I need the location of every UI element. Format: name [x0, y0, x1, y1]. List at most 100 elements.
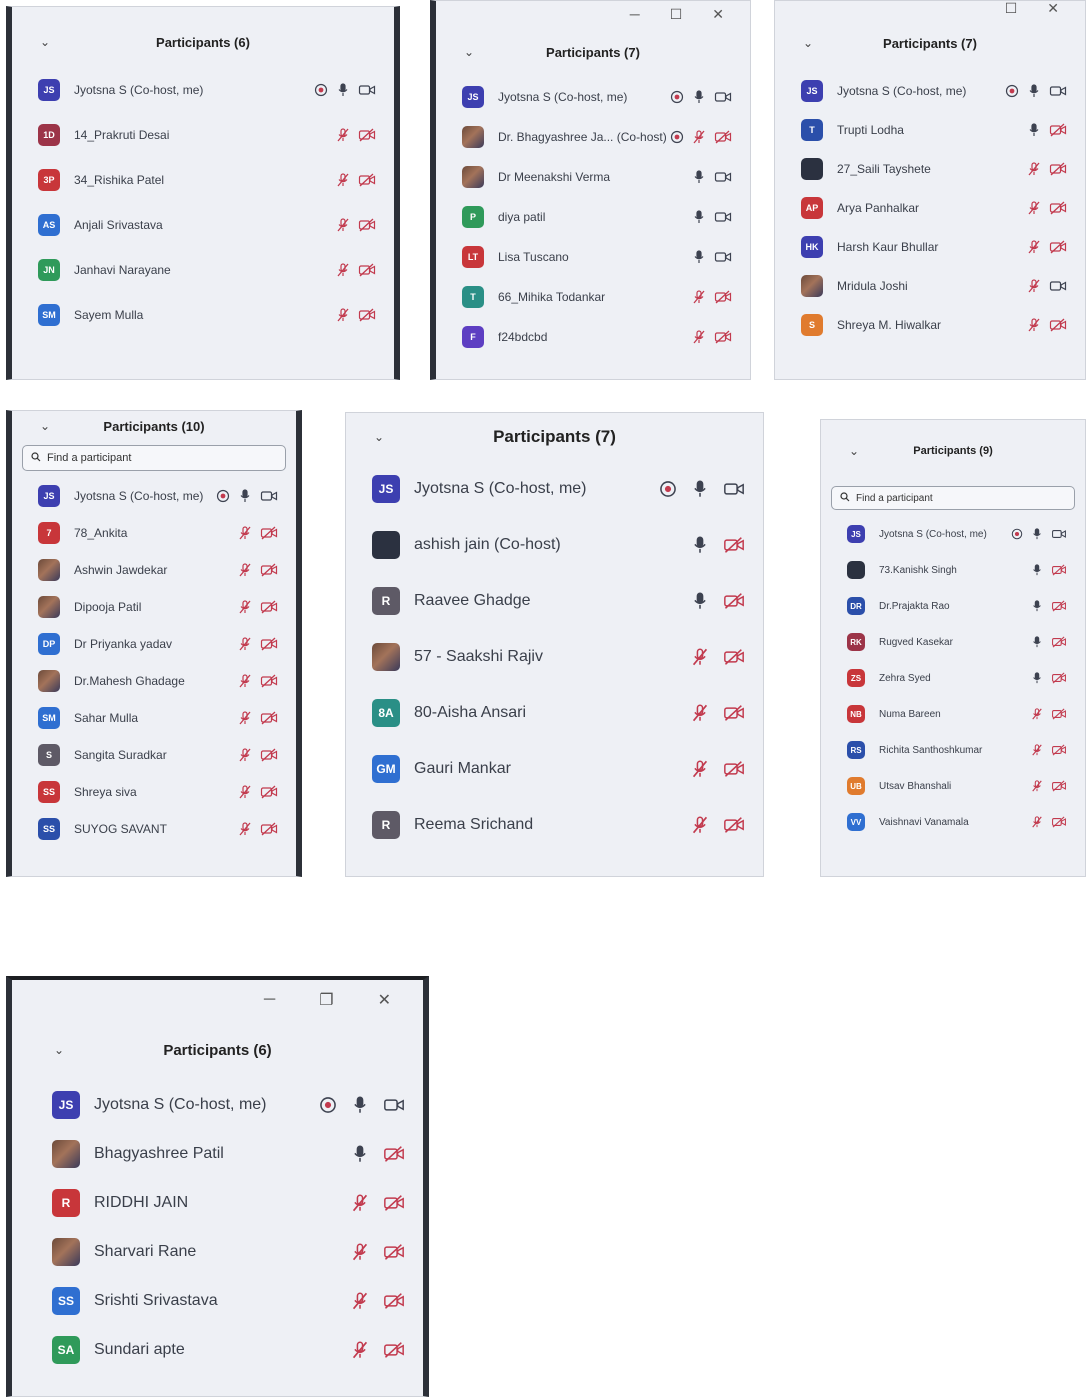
mic-muted-icon[interactable]	[351, 1341, 369, 1359]
video-off-icon[interactable]	[1049, 201, 1067, 215]
video-icon[interactable]	[1049, 84, 1067, 98]
mic-muted-icon[interactable]	[1027, 161, 1041, 176]
mic-icon[interactable]	[691, 536, 709, 554]
mic-muted-icon[interactable]	[1031, 744, 1043, 756]
mic-muted-icon[interactable]	[336, 307, 350, 322]
video-off-icon[interactable]	[1051, 636, 1067, 648]
participant-row[interactable]: JS Jyotsna S (Co-host, me)	[26, 1080, 423, 1129]
participant-row[interactable]: JS Jyotsna S (Co-host, me)	[436, 77, 750, 117]
video-off-icon[interactable]	[260, 674, 278, 688]
participant-row[interactable]: RS Richita Santhoshkumar	[821, 732, 1085, 768]
mic-icon[interactable]	[692, 90, 706, 104]
mic-muted-icon[interactable]	[692, 290, 706, 304]
video-off-icon[interactable]	[723, 704, 745, 722]
participant-row[interactable]: T Trupti Lodha	[775, 110, 1085, 149]
participant-row[interactable]: SS Shreya siva	[12, 773, 296, 810]
mic-muted-icon[interactable]	[691, 648, 709, 666]
chevron-down-icon[interactable]: ⌄	[849, 444, 859, 458]
mic-icon[interactable]	[1031, 528, 1043, 540]
video-off-icon[interactable]	[383, 1341, 405, 1359]
chevron-down-icon[interactable]: ⌄	[464, 45, 474, 59]
chevron-down-icon[interactable]: ⌄	[54, 1043, 64, 1057]
participant-row[interactable]: LT Lisa Tuscano	[436, 237, 750, 277]
participant-row[interactable]: R Raavee Ghadge	[346, 573, 763, 629]
participant-row[interactable]: Dr.Mahesh Ghadage	[12, 662, 296, 699]
video-icon[interactable]	[714, 170, 732, 184]
chevron-down-icon[interactable]: ⌄	[40, 419, 50, 433]
video-off-icon[interactable]	[714, 130, 732, 144]
mic-muted-icon[interactable]	[238, 821, 252, 836]
video-off-icon[interactable]	[723, 592, 745, 610]
mic-muted-icon[interactable]	[1027, 278, 1041, 293]
participant-row[interactable]: SM Sahar Mulla	[12, 699, 296, 736]
video-icon[interactable]	[714, 90, 732, 104]
participant-row[interactable]: JS Jyotsna S (Co-host, me)	[346, 461, 763, 517]
video-off-icon[interactable]	[260, 822, 278, 836]
close-icon[interactable]: ✕	[378, 990, 391, 1010]
participant-row[interactable]: 1D 14_Prakruti Desai	[12, 112, 394, 157]
mic-icon[interactable]	[691, 592, 709, 610]
video-off-icon[interactable]	[1049, 123, 1067, 137]
mic-muted-icon[interactable]	[351, 1194, 369, 1212]
participant-row[interactable]: DP Dr Priyanka yadav	[12, 625, 296, 662]
mic-icon[interactable]	[1031, 600, 1043, 612]
participant-row[interactable]: DR Dr.Prajakta Rao	[821, 588, 1085, 624]
participant-row[interactable]: JS Jyotsna S (Co-host, me)	[821, 516, 1085, 552]
mic-muted-icon[interactable]	[238, 710, 252, 725]
video-off-icon[interactable]	[358, 218, 376, 232]
participant-row[interactable]: 8A 80-Aisha Ansari	[346, 685, 763, 741]
video-off-icon[interactable]	[1051, 744, 1067, 756]
participant-row[interactable]: Dr. Bhagyashree Ja... (Co-host)	[436, 117, 750, 157]
participant-row[interactable]: SS Srishti Srivastava	[26, 1276, 423, 1325]
video-off-icon[interactable]	[723, 760, 745, 778]
mic-muted-icon[interactable]	[692, 330, 706, 344]
mic-muted-icon[interactable]	[238, 747, 252, 762]
participant-row[interactable]: Bhagyashree Patil	[26, 1129, 423, 1178]
mic-muted-icon[interactable]	[238, 636, 252, 651]
participant-row[interactable]: 3P 34_Rishika Patel	[12, 157, 394, 202]
mic-muted-icon[interactable]	[1031, 816, 1043, 828]
mic-muted-icon[interactable]	[351, 1292, 369, 1310]
video-icon[interactable]	[358, 83, 376, 97]
video-off-icon[interactable]	[1051, 564, 1067, 576]
mic-muted-icon[interactable]	[1027, 317, 1041, 332]
participant-row[interactable]: SA Sundari apte	[26, 1325, 423, 1374]
mic-icon[interactable]	[238, 488, 252, 503]
video-off-icon[interactable]	[1051, 816, 1067, 828]
participant-row[interactable]: R RIDDHI JAIN	[26, 1178, 423, 1227]
participant-row[interactable]: UB Utsav Bhanshali	[821, 768, 1085, 804]
mic-icon[interactable]	[692, 210, 706, 224]
participant-row[interactable]: Pdiya patil	[436, 197, 750, 237]
participant-row[interactable]: T 66_Mihika Todankar	[436, 277, 750, 317]
video-off-icon[interactable]	[260, 785, 278, 799]
mic-muted-icon[interactable]	[238, 599, 252, 614]
mic-muted-icon[interactable]	[336, 127, 350, 142]
video-off-icon[interactable]	[260, 711, 278, 725]
video-off-icon[interactable]	[260, 637, 278, 651]
mic-muted-icon[interactable]	[336, 217, 350, 232]
video-off-icon[interactable]	[714, 290, 732, 304]
mic-muted-icon[interactable]	[1027, 200, 1041, 215]
mic-muted-icon[interactable]	[691, 760, 709, 778]
video-off-icon[interactable]	[1049, 318, 1067, 332]
chevron-down-icon[interactable]: ⌄	[374, 430, 384, 444]
video-icon[interactable]	[714, 250, 732, 264]
video-off-icon[interactable]	[358, 128, 376, 142]
mic-muted-icon[interactable]	[238, 673, 252, 688]
video-off-icon[interactable]	[723, 648, 745, 666]
mic-muted-icon[interactable]	[351, 1243, 369, 1261]
video-off-icon[interactable]	[383, 1292, 405, 1310]
video-icon[interactable]	[714, 210, 732, 224]
video-off-icon[interactable]	[383, 1194, 405, 1212]
video-off-icon[interactable]	[260, 600, 278, 614]
chevron-down-icon[interactable]: ⌄	[803, 36, 813, 50]
participant-row[interactable]: Dipooja Patil	[12, 588, 296, 625]
mic-muted-icon[interactable]	[238, 784, 252, 799]
video-off-icon[interactable]	[1051, 708, 1067, 720]
mic-muted-icon[interactable]	[691, 816, 709, 834]
mic-icon[interactable]	[692, 170, 706, 184]
mic-muted-icon[interactable]	[692, 130, 706, 144]
participant-row[interactable]: S Sangita Suradkar	[12, 736, 296, 773]
video-icon[interactable]	[383, 1096, 405, 1114]
participant-row[interactable]: 7 78_Ankita	[12, 514, 296, 551]
